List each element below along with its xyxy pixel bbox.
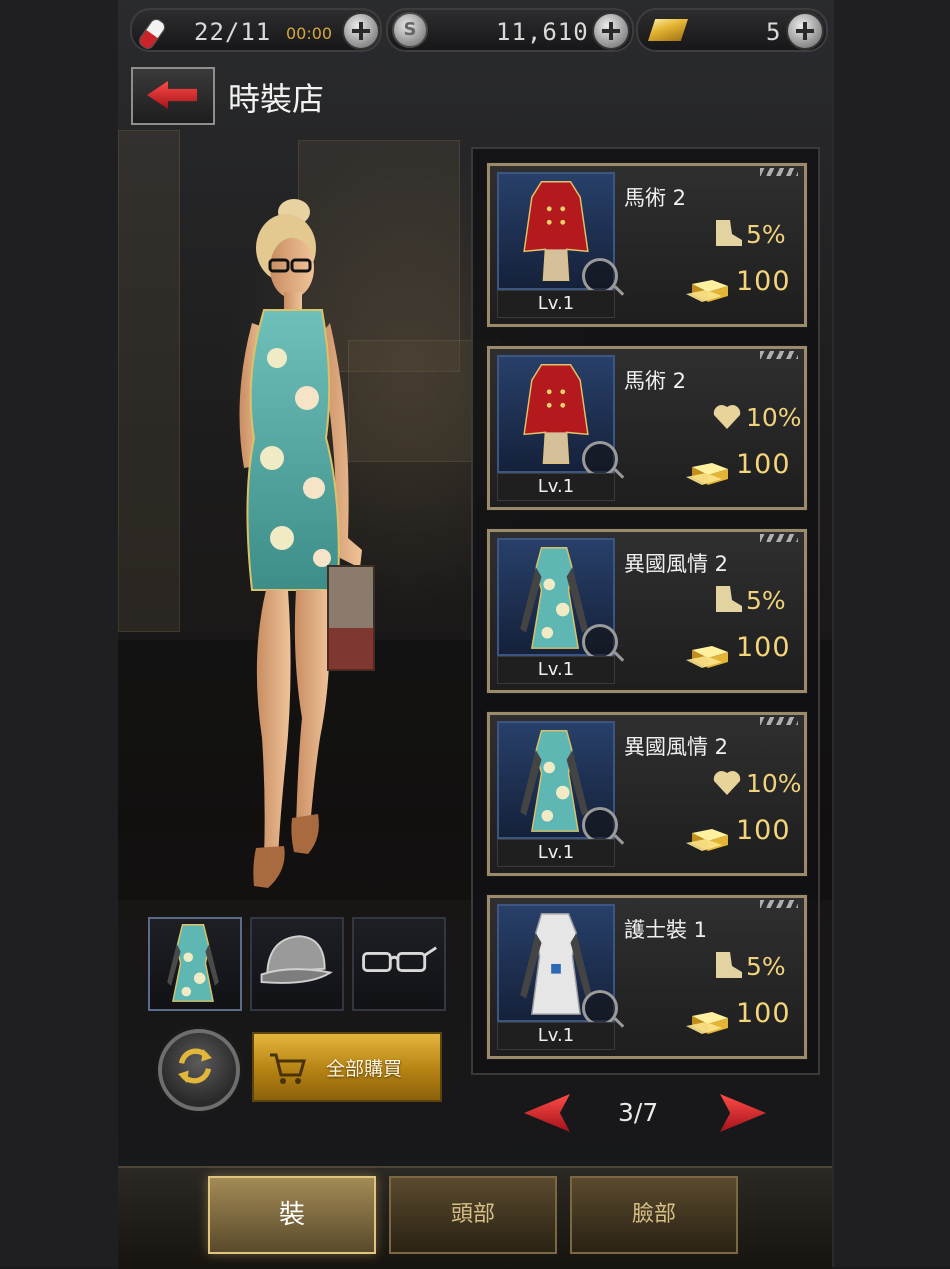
item-name: 護士裝 1 [624,918,708,942]
gold-bar-icon [686,646,728,668]
silver-coin-icon: S [392,12,428,48]
add-gold-button[interactable] [786,12,824,50]
card-stripes [760,534,798,542]
add-silver-button[interactable] [592,12,630,50]
glasses-icon [362,946,437,973]
buy-all-label: 全部購買 [326,1058,403,1080]
item-price: 100 [736,449,791,480]
magnifier-icon[interactable] [582,624,618,660]
pill-icon [136,16,168,52]
dress-icon [167,924,219,1002]
resource-bar: 22/11 00:00 S 11,610 5 [126,4,828,52]
character-model [239,199,375,888]
card-stripes [760,900,798,908]
gold-bar-icon [686,1012,728,1034]
item-price: 100 [736,632,791,663]
item-price: 100 [736,815,791,846]
add-stamina-button[interactable] [342,12,380,50]
card-stripes [760,717,798,725]
buy-all-button[interactable]: 全部購買 [252,1032,442,1102]
stamina-counter: 22/11 00:00 [130,8,382,52]
item-price: 100 [736,998,791,1029]
silver-value: 11,610 [496,18,589,46]
gold-bar-icon [648,19,688,41]
boot-icon [716,220,742,246]
boot-icon [716,586,742,612]
slot-face[interactable] [352,917,446,1011]
tab-face[interactable]: 臉部 [570,1176,738,1254]
gold-bar-icon [686,829,728,851]
magnifier-icon[interactable] [582,807,618,843]
item-stat: 5% [746,220,786,249]
boot-icon [716,952,742,978]
item-stat: 5% [746,952,786,981]
gold-value: 5 [766,18,782,46]
left-margin [0,0,120,1267]
heart-icon [713,405,741,429]
item-card[interactable]: Lv.1 異國風情 2 5% 100 [486,528,808,694]
item-card[interactable]: Lv.1 異國風情 2 10% 100 [486,711,808,877]
page-title: 時裝店 [228,80,325,118]
item-name: 異國風情 2 [624,735,729,759]
item-name: 馬術 2 [624,186,687,210]
tab-head[interactable]: 頭部 [389,1176,557,1254]
slot-head[interactable] [250,917,344,1011]
heart-icon [713,771,741,795]
magnifier-icon[interactable] [582,441,618,477]
tab-outfit[interactable]: 裝 [208,1176,376,1254]
magnifier-icon[interactable] [582,990,618,1026]
item-level: Lv.1 [497,290,615,318]
item-level: Lv.1 [497,1022,615,1050]
card-stripes [760,168,798,176]
right-margin [832,0,950,1267]
back-button[interactable] [131,67,215,125]
gold-bar-icon [686,463,728,485]
item-name: 馬術 2 [624,369,687,393]
cap-icon [260,935,333,984]
item-level: Lv.1 [497,473,615,501]
item-stat: 10% [746,403,802,432]
page-indicator: 3/7 [618,1098,659,1127]
item-level: Lv.1 [497,656,615,684]
item-card[interactable]: Lv.1 馬術 2 10% 100 [486,345,808,511]
refresh-icon [178,1048,212,1084]
rotate-character-button[interactable] [158,1029,240,1111]
stamina-value: 22/11 [194,18,272,46]
gold-counter: 5 [636,8,828,52]
item-price: 100 [736,266,791,297]
item-stat: 10% [746,769,802,798]
item-card[interactable]: Lv.1 馬術 2 5% 100 [486,162,808,328]
gold-bar-icon [686,280,728,302]
item-stat: 5% [746,586,786,615]
silver-counter: S 11,610 [386,8,634,52]
card-stripes [760,351,798,359]
item-level: Lv.1 [497,839,615,867]
cart-icon [270,1053,306,1084]
slot-outfit[interactable] [148,917,242,1011]
item-name: 異國風情 2 [624,552,729,576]
stamina-timer: 00:00 [286,24,333,43]
magnifier-icon[interactable] [582,258,618,294]
item-card[interactable]: Lv.1 護士裝 1 5% 100 [486,894,808,1060]
back-arrow-icon [147,81,197,109]
